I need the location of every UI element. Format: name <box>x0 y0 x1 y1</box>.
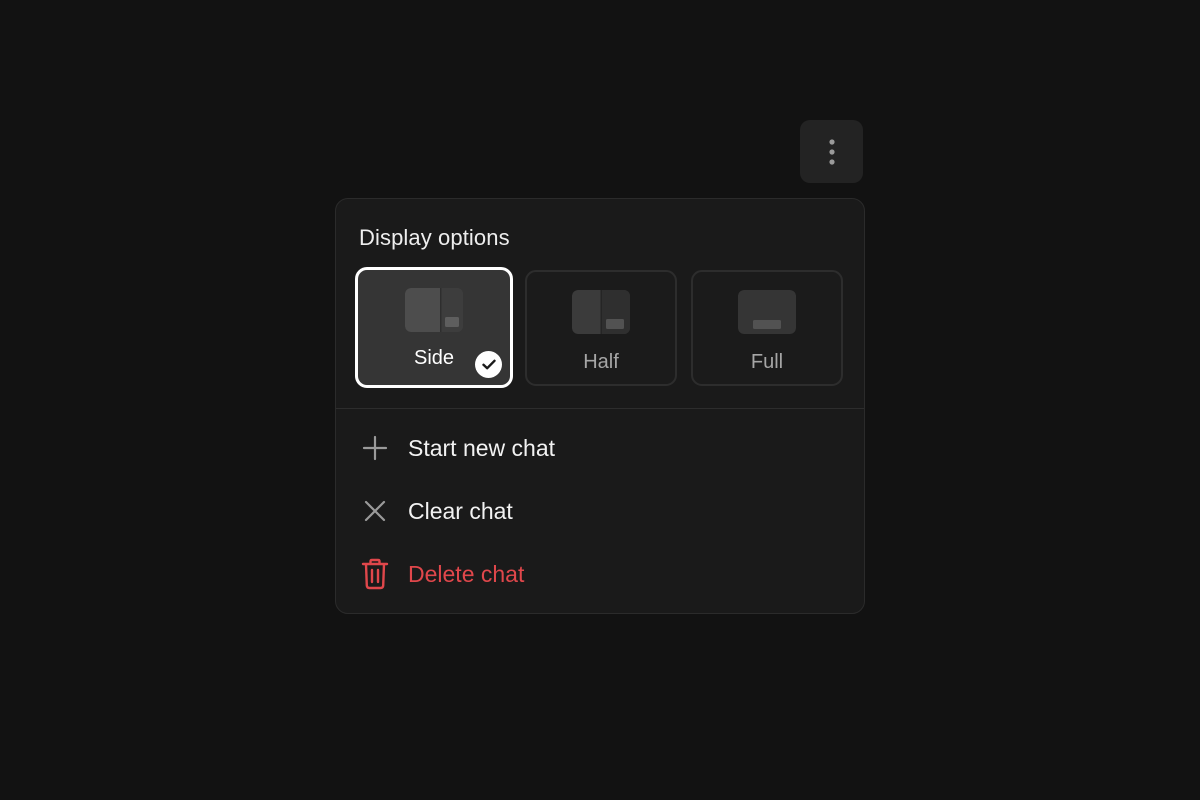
display-option-half[interactable]: Half <box>525 270 677 386</box>
menu-item-label: Start new chat <box>408 434 556 461</box>
option-label: Full <box>750 351 784 373</box>
full-layout-icon <box>738 290 796 334</box>
menu-divider <box>336 408 864 409</box>
side-layout-icon <box>405 288 463 332</box>
display-options-menu: Display options Side Half Full Start new… <box>335 198 865 614</box>
display-option-side[interactable]: Side <box>355 267 513 388</box>
close-icon <box>361 497 389 525</box>
clear-chat-item[interactable]: Clear chat <box>336 484 864 538</box>
display-option-full[interactable]: Full <box>691 270 843 386</box>
menu-title: Display options <box>359 225 510 250</box>
more-vertical-icon <box>828 138 835 165</box>
check-icon <box>475 351 502 378</box>
start-new-chat-item[interactable]: Start new chat <box>336 421 864 475</box>
trash-icon <box>361 558 389 590</box>
more-options-button[interactable] <box>800 120 863 183</box>
option-label: Half <box>583 351 619 373</box>
menu-item-label: Delete chat <box>408 560 525 587</box>
delete-chat-item[interactable]: Delete chat <box>336 547 864 601</box>
plus-icon <box>361 434 389 462</box>
display-option-group: Side Half Full <box>355 267 845 388</box>
menu-item-label: Clear chat <box>408 497 513 524</box>
half-layout-icon <box>572 290 630 334</box>
